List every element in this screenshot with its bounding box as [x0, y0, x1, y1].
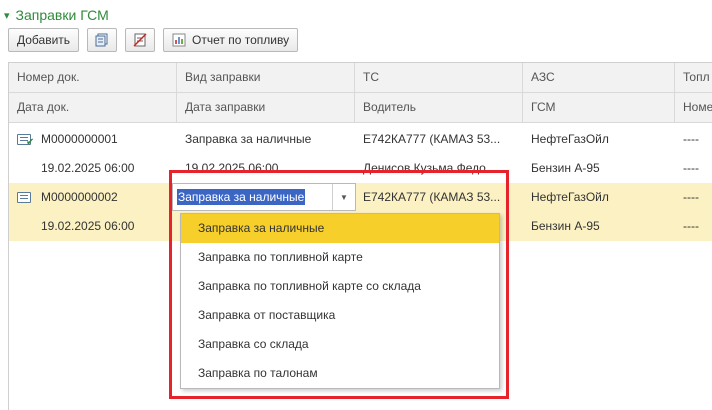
doc-date: 19.02.2025 06:00 [41, 219, 135, 233]
vehicle: Е742КА777 (КАМАЗ 53... [363, 190, 501, 204]
dropdown-arrow-icon[interactable]: ▼ [332, 184, 355, 210]
option-warehouse[interactable]: Заправка со склада [181, 330, 499, 359]
unpost-icon [133, 33, 147, 47]
col-header-vehicle[interactable]: ТС [355, 63, 523, 92]
document-icon [17, 192, 31, 203]
col-header-doc-date[interactable]: Дата док. [9, 93, 177, 122]
gsm: Бензин А-95 [531, 161, 600, 175]
vehicle: Е742КА777 (КАМАЗ 53... [363, 132, 501, 146]
option-fuel-card-warehouse[interactable]: Заправка по топливной карте со склада [181, 272, 499, 301]
option-fuel-card[interactable]: Заправка по топливной карте [181, 243, 499, 272]
doc-date: 19.02.2025 06:00 [41, 161, 135, 175]
report-icon [172, 33, 186, 47]
doc-number: М0000000001 [41, 132, 118, 146]
table-row-selected[interactable]: М0000000002 Е742КА777 (КАМАЗ 53... Нефте… [9, 183, 712, 212]
clear-posting-button[interactable] [125, 28, 156, 52]
station: НефтеГазОйл [531, 132, 609, 146]
fuel-kind-dropdown: Заправка за наличные Заправка по топливн… [180, 213, 500, 389]
fill-date: 19.02.2025 06:00 [185, 161, 279, 175]
card-number: ---- [683, 219, 699, 233]
section-title: Заправки ГСМ [15, 7, 109, 23]
doc-number: М0000000002 [41, 190, 118, 204]
col-header-card-number[interactable]: Номе [675, 93, 712, 122]
documents-icon [95, 33, 108, 47]
col-header-fill-date[interactable]: Дата заправки [177, 93, 355, 122]
fill-documents-button[interactable] [87, 28, 118, 52]
fuel-kind-input-value[interactable]: Заправка за наличные [177, 189, 306, 205]
fuel-kind: Заправка за наличные [185, 132, 312, 146]
col-header-doc-number[interactable]: Номер док. [9, 63, 177, 92]
table-row[interactable]: ✔ М0000000001 Заправка за наличные Е742К… [9, 125, 712, 154]
col-header-driver[interactable]: Водитель [355, 93, 523, 122]
fuel-kind-combobox[interactable]: Заправка за наличные ▼ [172, 183, 356, 211]
fuel-card: ---- [683, 132, 699, 146]
driver: Денисов Кузьма Федо... [363, 161, 496, 175]
option-cash[interactable]: Заправка за наличные [181, 214, 499, 243]
fuel-card: ---- [683, 190, 699, 204]
col-header-gsm[interactable]: ГСМ [523, 93, 675, 122]
table-header-row-1: Номер док. Вид заправки ТС АЗС Топл [9, 63, 712, 93]
col-header-fuel-kind[interactable]: Вид заправки [177, 63, 355, 92]
col-header-station[interactable]: АЗС [523, 63, 675, 92]
gsm: Бензин А-95 [531, 219, 600, 233]
table-row[interactable]: 19.02.2025 06:00 19.02.2025 06:00 Денисо… [9, 154, 712, 183]
report-label: Отчет по топливу [192, 33, 290, 47]
option-supplier[interactable]: Заправка от поставщика [181, 301, 499, 330]
section-header[interactable]: ▾ Заправки ГСМ [4, 5, 109, 25]
card-number: ---- [683, 161, 699, 175]
chevron-down-icon: ▾ [4, 9, 10, 22]
fuel-report-button[interactable]: Отчет по топливу [163, 28, 299, 52]
station: НефтеГазОйл [531, 190, 609, 204]
toolbar: Добавить Отчет по топливу [8, 28, 299, 54]
table-header-row-2: Дата док. Дата заправки Водитель ГСМ Ном… [9, 93, 712, 123]
add-button[interactable]: Добавить [8, 28, 80, 52]
col-header-fuel-card[interactable]: Топл [675, 63, 712, 92]
option-coupons[interactable]: Заправка по талонам [181, 359, 499, 388]
